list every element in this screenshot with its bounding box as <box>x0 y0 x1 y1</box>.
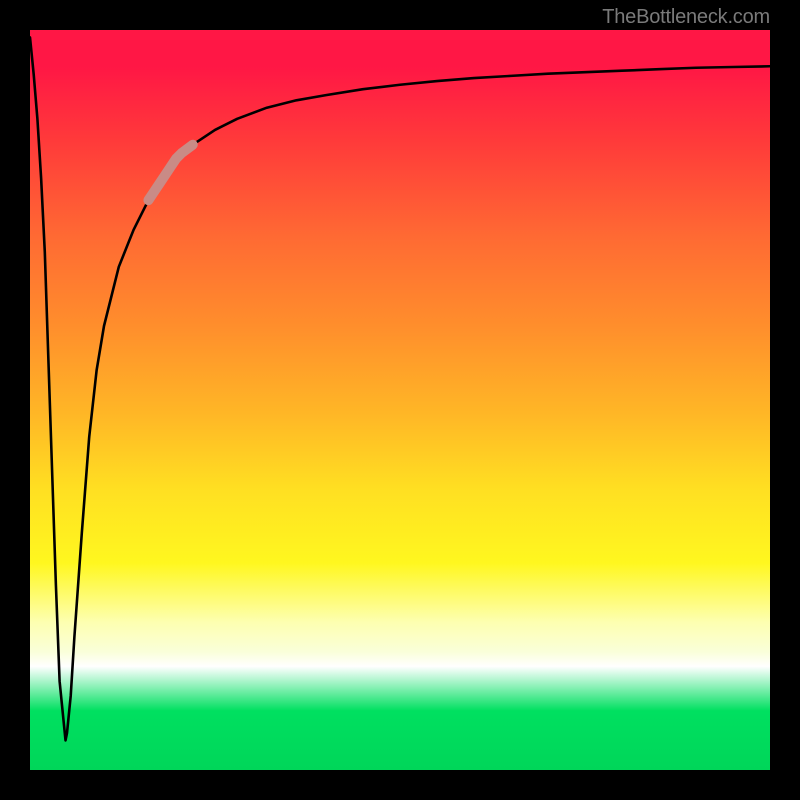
curve-highlight-segment <box>148 145 192 201</box>
watermark-label: TheBottleneck.com <box>602 6 770 29</box>
curve-svg <box>30 30 770 770</box>
plot-area <box>30 30 770 770</box>
chart-container: TheBottleneck.com <box>0 0 800 800</box>
bottleneck-curve <box>30 37 770 740</box>
